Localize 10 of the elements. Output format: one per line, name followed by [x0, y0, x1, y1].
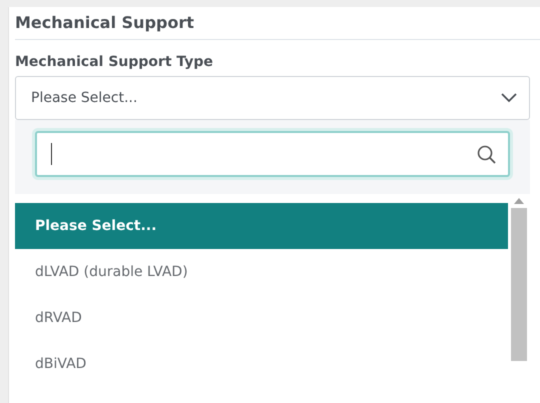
- search-icon: [477, 144, 496, 164]
- scrollbar-thumb[interactable]: [511, 208, 527, 361]
- select-field[interactable]: Please Select...: [15, 76, 530, 120]
- section-title: Mechanical Support: [15, 13, 540, 40]
- text-cursor: [51, 143, 52, 165]
- field-label: Mechanical Support Type: [15, 54, 214, 70]
- dropdown-option[interactable]: Please Select...: [15, 203, 508, 249]
- chevron-icon: [501, 93, 517, 103]
- scroll-up-icon[interactable]: [514, 198, 524, 204]
- search-field[interactable]: [35, 131, 510, 177]
